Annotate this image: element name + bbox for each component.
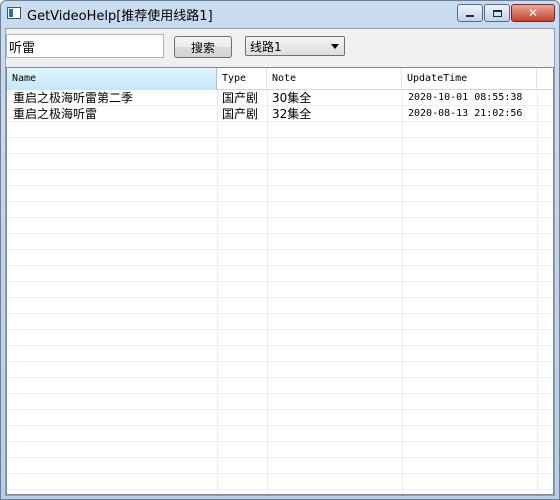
column-divider	[217, 90, 218, 494]
maximize-icon	[492, 9, 502, 17]
results-table: Name Type Note UpdateTime 重启之极海听雷第二季 国产剧…	[6, 67, 554, 495]
table-body: 重启之极海听雷第二季 国产剧 30集全 2020-10-01 08:55:38 …	[7, 90, 553, 122]
window-title: GetVideoHelp[推荐使用线路1]	[27, 9, 213, 24]
caption-buttons: ✕	[456, 4, 555, 22]
search-button[interactable]: 搜索	[174, 36, 232, 58]
column-divider	[402, 90, 403, 494]
route-select-value: 线路1	[250, 39, 282, 54]
app-window: GetVideoHelp[推荐使用线路1] ✕ 搜索 线路1 Name Type…	[0, 0, 560, 500]
maximize-button[interactable]	[484, 4, 510, 22]
chevron-down-icon	[331, 44, 339, 49]
cell-name: 重启之极海听雷	[13, 107, 98, 121]
table-row[interactable]: 重启之极海听雷第二季 国产剧 30集全 2020-10-01 08:55:38	[7, 90, 553, 106]
cell-note: 30集全	[272, 91, 312, 105]
column-header-updatetime[interactable]: UpdateTime	[402, 68, 537, 90]
minimize-icon	[466, 15, 474, 17]
search-input[interactable]	[6, 34, 164, 58]
column-divider	[537, 90, 538, 494]
column-header-name[interactable]: Name	[7, 68, 217, 90]
client-area: 搜索 线路1 Name Type Note UpdateTime 重启之极海听雷…	[5, 28, 555, 496]
cell-update-time: 2020-08-13 21:02:56	[408, 108, 523, 119]
minimize-button[interactable]	[457, 4, 483, 22]
column-header-type[interactable]: Type	[217, 68, 267, 90]
column-divider	[267, 90, 268, 494]
table-gridlines	[7, 90, 553, 494]
cell-type: 国产剧	[222, 107, 259, 121]
cell-type: 国产剧	[222, 91, 259, 105]
cell-name: 重启之极海听雷第二季	[13, 91, 134, 105]
cell-note: 32集全	[272, 107, 312, 121]
app-icon	[7, 7, 21, 19]
table-header: Name Type Note UpdateTime	[7, 68, 553, 90]
column-header-note[interactable]: Note	[267, 68, 402, 90]
route-select[interactable]: 线路1	[245, 36, 345, 56]
close-button[interactable]: ✕	[511, 4, 555, 22]
close-icon: ✕	[527, 6, 539, 20]
cell-update-time: 2020-10-01 08:55:38	[408, 92, 523, 103]
title-bar[interactable]: GetVideoHelp[推荐使用线路1] ✕	[1, 1, 559, 28]
table-row[interactable]: 重启之极海听雷 国产剧 32集全 2020-08-13 21:02:56	[7, 106, 553, 122]
